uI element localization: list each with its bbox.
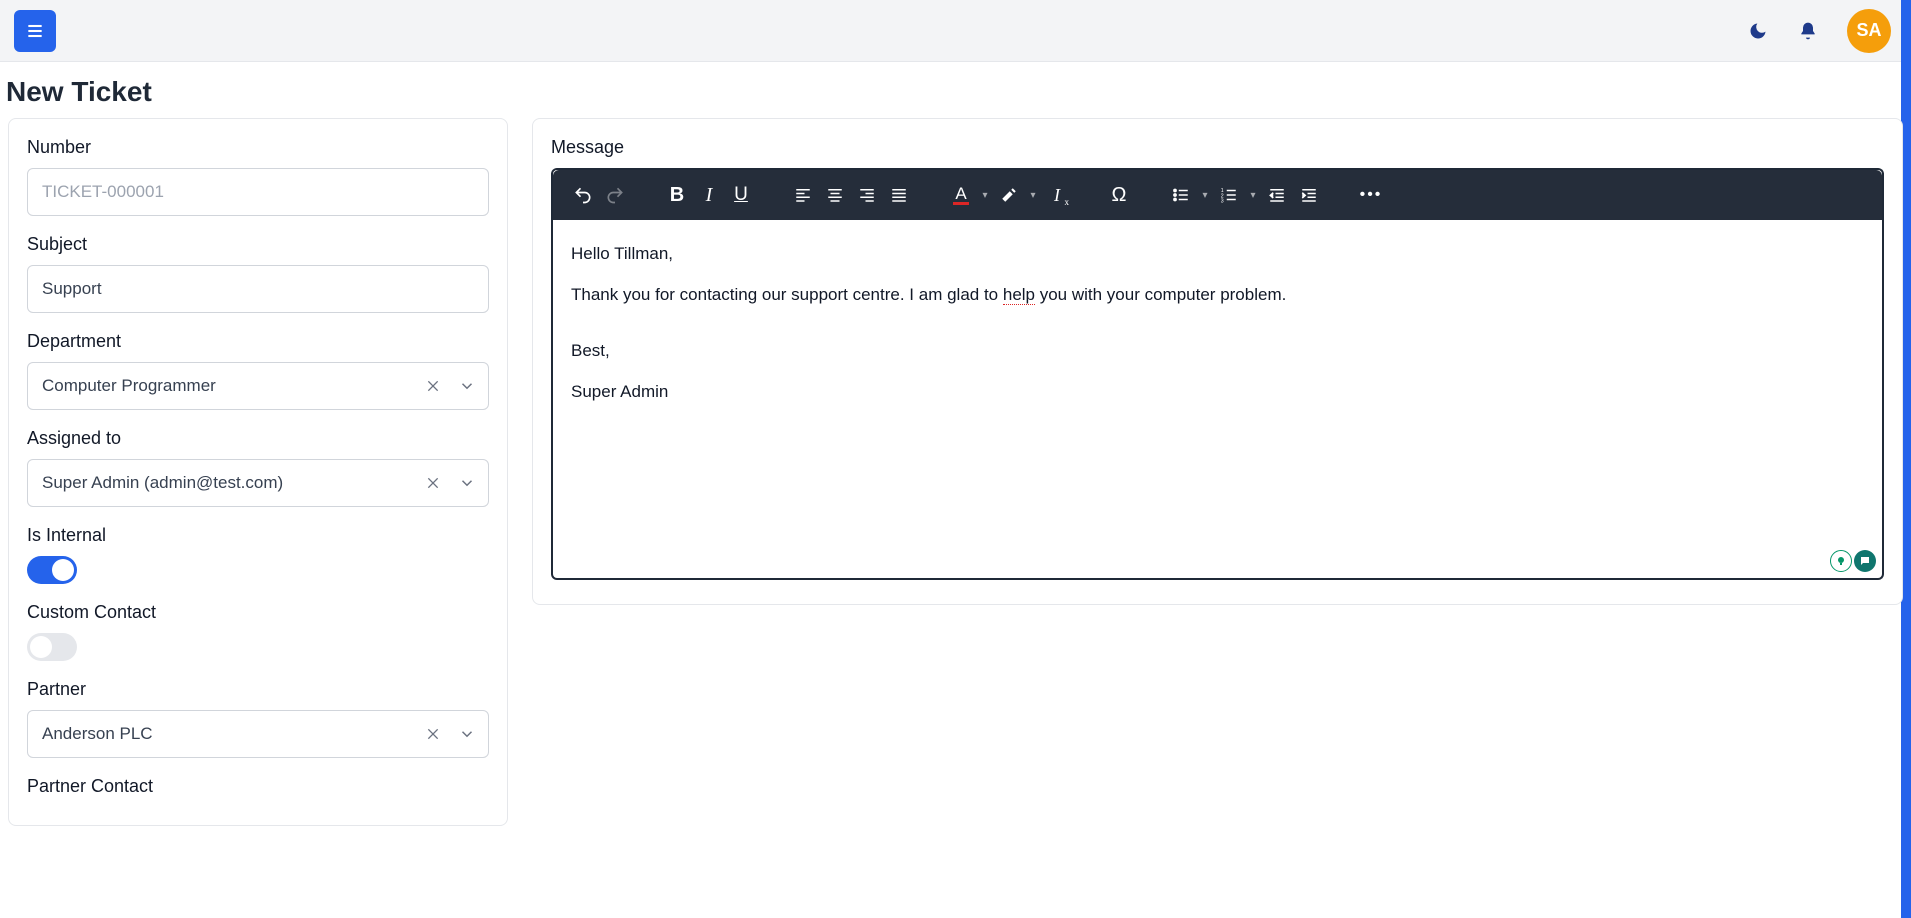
outdent-button[interactable] — [1263, 181, 1291, 209]
custom-contact-label: Custom Contact — [27, 602, 489, 623]
more-button[interactable]: ••• — [1357, 181, 1385, 209]
department-clear[interactable] — [421, 374, 445, 398]
indent-button[interactable] — [1295, 181, 1323, 209]
indent-icon — [1300, 186, 1318, 204]
department-label: Department — [27, 331, 489, 352]
partner-value: Anderson PLC — [42, 724, 153, 744]
department-value: Computer Programmer — [42, 376, 216, 396]
partner-contact-label: Partner Contact — [27, 776, 489, 797]
align-right-icon — [858, 186, 876, 204]
undo-icon — [573, 185, 593, 205]
highlight-caret[interactable]: ▾ — [1027, 190, 1039, 201]
subject-label: Subject — [27, 234, 489, 255]
editor-toolbar: B I U A ▾ ▾ — [553, 170, 1882, 220]
dark-mode-toggle[interactable] — [1747, 20, 1769, 42]
ticket-form-panel: Number Subject Department Computer Progr… — [8, 118, 508, 826]
clear-format-glyph: I — [1054, 185, 1060, 206]
number-list-caret[interactable]: ▾ — [1247, 190, 1259, 201]
close-icon — [425, 475, 441, 491]
close-icon — [425, 726, 441, 742]
page-title: New Ticket — [0, 62, 1911, 118]
bullet-list-icon — [1172, 186, 1190, 204]
align-center-icon — [826, 186, 844, 204]
bulb-icon — [1835, 555, 1847, 567]
assigned-dropdown[interactable] — [455, 471, 479, 495]
notifications-button[interactable] — [1797, 20, 1819, 42]
assigned-to-value: Super Admin (admin@test.com) — [42, 473, 283, 493]
number-list-button[interactable]: 123 — [1215, 181, 1243, 209]
user-avatar[interactable]: SA — [1847, 9, 1891, 53]
highlight-button[interactable] — [995, 181, 1023, 209]
department-select[interactable]: Computer Programmer — [27, 362, 489, 410]
close-icon — [425, 378, 441, 394]
svg-text:3: 3 — [1221, 199, 1224, 205]
bold-button[interactable]: B — [663, 181, 691, 209]
avatar-initials: SA — [1856, 20, 1881, 41]
chevron-down-icon — [458, 377, 476, 395]
undo-button[interactable] — [569, 181, 597, 209]
align-left-button[interactable] — [789, 181, 817, 209]
number-label: Number — [27, 137, 489, 158]
highlight-icon — [1000, 186, 1018, 204]
assist-badge-1[interactable] — [1830, 550, 1852, 572]
hamburger-icon — [25, 21, 45, 41]
moon-icon — [1748, 21, 1768, 41]
message-editor[interactable]: Hello Tillman, Thank you for contacting … — [551, 220, 1884, 580]
partner-clear[interactable] — [421, 722, 445, 746]
menu-toggle-button[interactable] — [14, 10, 56, 52]
is-internal-toggle[interactable] — [27, 556, 77, 584]
assist-badge-2[interactable] — [1854, 550, 1876, 572]
align-justify-button[interactable] — [885, 181, 913, 209]
bullet-list-caret[interactable]: ▾ — [1199, 190, 1211, 201]
align-center-button[interactable] — [821, 181, 849, 209]
chat-icon — [1859, 555, 1871, 567]
chevron-down-icon — [458, 725, 476, 743]
redo-button[interactable] — [601, 181, 629, 209]
number-input[interactable] — [27, 168, 489, 216]
font-color-caret[interactable]: ▾ — [979, 190, 991, 201]
spellcheck-word: help — [1003, 285, 1035, 305]
font-color-button[interactable]: A — [947, 181, 975, 209]
editor-assist-badges — [1830, 550, 1876, 572]
font-color-a: A — [953, 185, 968, 205]
number-list-icon: 123 — [1220, 186, 1238, 204]
italic-button[interactable]: I — [695, 181, 723, 209]
partner-label: Partner — [27, 679, 489, 700]
align-right-button[interactable] — [853, 181, 881, 209]
underline-button[interactable]: U — [727, 181, 755, 209]
special-char-button[interactable]: Ω — [1105, 181, 1133, 209]
redo-icon — [605, 185, 625, 205]
partner-select[interactable]: Anderson PLC — [27, 710, 489, 758]
assigned-to-select[interactable]: Super Admin (admin@test.com) — [27, 459, 489, 507]
bell-icon — [1798, 21, 1818, 41]
top-bar: SA — [0, 0, 1911, 62]
message-panel: Message B I U — [532, 118, 1903, 605]
editor-line-2: Thank you for contacting our support cen… — [571, 283, 1864, 308]
is-internal-label: Is Internal — [27, 525, 489, 546]
align-justify-icon — [890, 186, 908, 204]
editor-signature: Super Admin — [571, 380, 1864, 405]
bullet-list-button[interactable] — [1167, 181, 1195, 209]
editor-signoff: Best, — [571, 339, 1864, 364]
partner-dropdown[interactable] — [455, 722, 479, 746]
department-dropdown[interactable] — [455, 374, 479, 398]
editor-line-1: Hello Tillman, — [571, 242, 1864, 267]
message-label: Message — [551, 137, 1884, 158]
clear-format-button[interactable]: Ix — [1043, 181, 1071, 209]
assigned-clear[interactable] — [421, 471, 445, 495]
assigned-to-label: Assigned to — [27, 428, 489, 449]
subject-input[interactable] — [27, 265, 489, 313]
outdent-icon — [1268, 186, 1286, 204]
align-left-icon — [794, 186, 812, 204]
custom-contact-toggle[interactable] — [27, 633, 77, 661]
chevron-down-icon — [458, 474, 476, 492]
